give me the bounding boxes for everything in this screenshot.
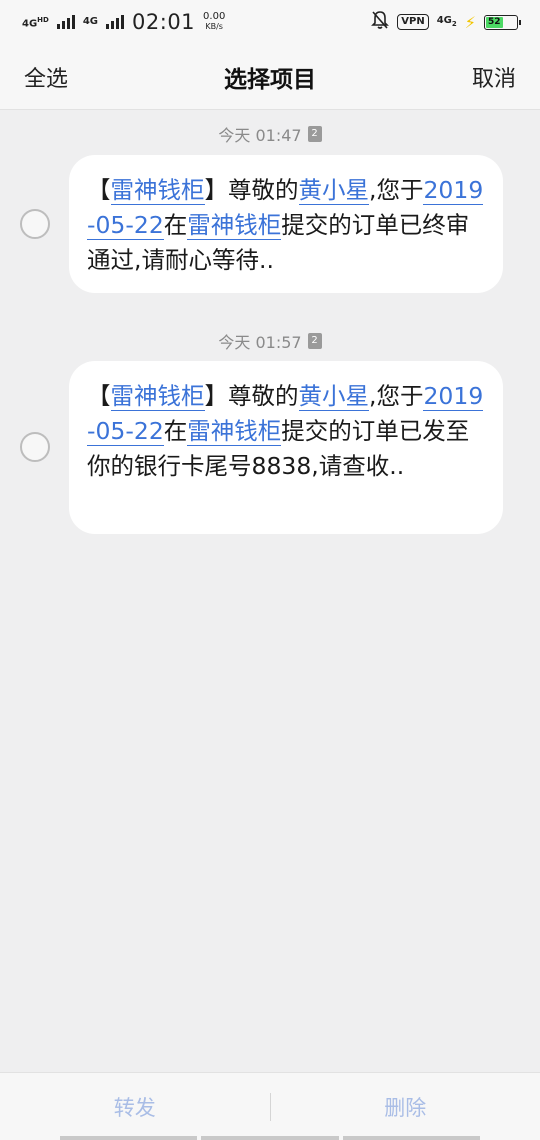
message-link-keyword[interactable]: 雷神钱柜 — [187, 211, 282, 240]
lightning-icon: ⚡ — [464, 12, 476, 32]
message-link-name[interactable]: 黄小星 — [298, 176, 369, 205]
signal-1-label: 4GHD — [22, 15, 49, 29]
network-speed: 0.00 KB/s — [203, 12, 225, 32]
forward-button[interactable]: 转发 — [0, 1092, 270, 1122]
page-title: 选择项目 — [224, 66, 316, 93]
status-bar: 4GHD 4G 02:01 0.00 KB/s VPN 4G2 ⚡ 52 — [0, 0, 540, 44]
sim-card-icon: 2 — [307, 333, 322, 349]
message-link-keyword[interactable]: 雷神钱柜 — [110, 176, 205, 205]
signal-bars-1-icon — [56, 15, 75, 29]
message-timestamp: 今天 01:57 2 — [0, 329, 540, 353]
timestamp-text: 今天 01:57 — [218, 333, 302, 352]
message-text: 【 — [87, 382, 111, 410]
timestamp-text: 今天 01:47 — [218, 126, 302, 145]
battery-level: 52 — [486, 16, 503, 28]
message-bubble[interactable]: 【雷神钱柜】尊敬的黄小星,您于2019-05-22在雷神钱柜提交的订单已发至你的… — [69, 361, 503, 534]
network-type-3: 4G2 — [436, 14, 457, 29]
message-text: 】尊敬的 — [204, 382, 299, 410]
vpn-badge: VPN — [397, 14, 429, 30]
message-bubble[interactable]: 【雷神钱柜】尊敬的黄小星,您于2019-05-22在雷神钱柜提交的订单已终审通过… — [69, 155, 503, 293]
sim-card-icon: 2 — [307, 126, 322, 142]
signal-bars-2-icon — [106, 15, 125, 29]
bottom-action-bar: 转发 删除 — [0, 1072, 540, 1140]
message-text: 在 — [163, 417, 188, 445]
bell-off-icon — [371, 10, 390, 35]
message-select-radio[interactable] — [20, 209, 50, 239]
message-text: 在 — [163, 211, 188, 239]
status-left: 4GHD 4G 02:01 0.00 KB/s — [22, 10, 225, 34]
message-link-name[interactable]: 黄小星 — [298, 382, 369, 411]
clock: 02:01 — [132, 10, 196, 34]
delete-button[interactable]: 删除 — [271, 1092, 540, 1122]
network-hd-label: HD — [37, 15, 49, 24]
message-text: ,您于 — [369, 382, 424, 410]
battery-icon: 52 — [484, 14, 521, 30]
speed-unit: KB/s — [205, 22, 223, 31]
network-type-1: 4G — [22, 18, 38, 30]
cancel-button[interactable]: 取消 — [472, 61, 516, 93]
message-text: ,您于 — [369, 176, 424, 204]
status-right: VPN 4G2 ⚡ 52 — [371, 10, 521, 35]
network-type-3-label: 4G — [436, 14, 452, 26]
message-link-keyword[interactable]: 雷神钱柜 — [110, 382, 205, 411]
speed-value: 0.00 — [203, 11, 226, 22]
message-select-radio[interactable] — [20, 432, 50, 462]
message-text: 【 — [87, 176, 111, 204]
network-type-2: 4G — [82, 16, 99, 27]
message-link-keyword[interactable]: 雷神钱柜 — [187, 417, 282, 446]
network-type-3-sub: 2 — [451, 19, 457, 28]
selection-header: 全选 选择项目 取消 — [0, 44, 540, 110]
select-all-button[interactable]: 全选 — [24, 61, 68, 93]
navigation-indicator — [60, 1136, 480, 1140]
message-timestamp: 今天 01:47 2 — [0, 122, 540, 146]
message-text: 】尊敬的 — [204, 176, 299, 204]
